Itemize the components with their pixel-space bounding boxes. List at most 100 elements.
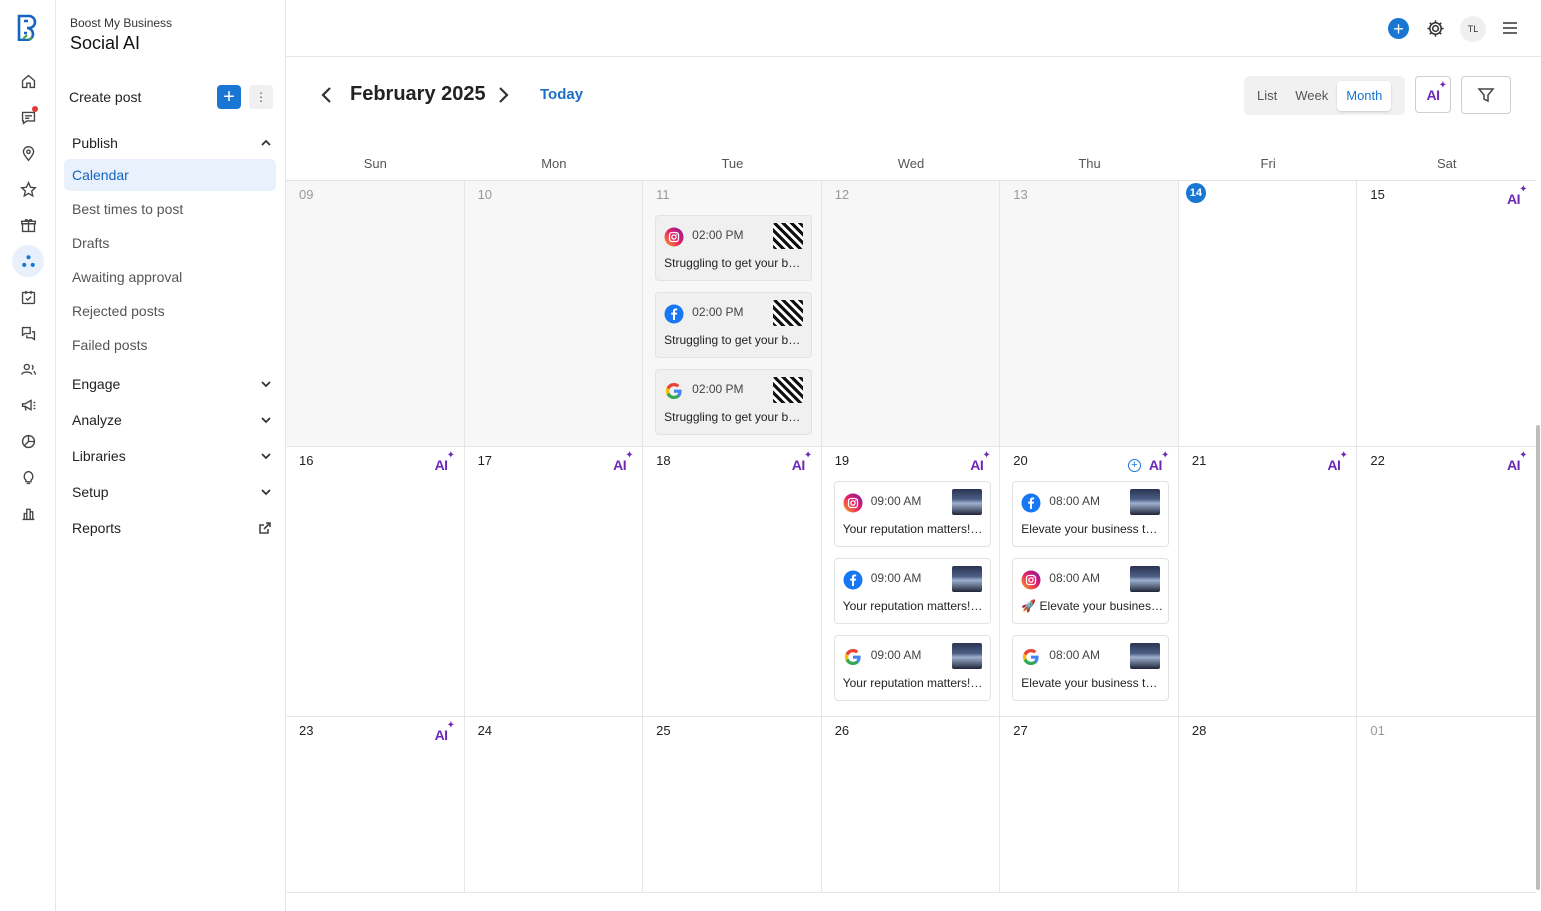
post-preview-text: Elevate your business to new heights (1021, 676, 1163, 690)
day-cell-11[interactable]: 11 02:00 PM Struggling to get your busines… (643, 181, 822, 447)
day-cell-25[interactable]: 25 (643, 717, 822, 893)
more-options-icon[interactable]: ⋮ (249, 85, 273, 109)
post-card-google[interactable]: 02:00 PM Struggling to get your business … (655, 369, 813, 435)
day-cell-26[interactable]: 26 (821, 717, 1001, 893)
home-icon[interactable] (12, 65, 44, 97)
day-number: 26 (834, 723, 850, 738)
nav-item-drafts[interactable]: Drafts (64, 227, 276, 259)
icon-rail (0, 0, 56, 911)
lightbulb-icon[interactable] (12, 461, 44, 493)
nav-item-calendar[interactable]: Calendar (64, 159, 276, 191)
post-card-facebook[interactable]: 09:00 AM Your reputation matters! Discove… (833, 558, 991, 624)
pie-chart-icon[interactable] (12, 425, 44, 457)
day-cell-14[interactable]: 14 (1178, 181, 1358, 447)
day-cell-19[interactable]: 19 AI ✦ 09:00 AM Your reputation matters! Di… (821, 447, 1001, 717)
nav-item-reports[interactable]: Reports (72, 516, 272, 540)
messages-icon[interactable] (12, 101, 44, 133)
nav-group-analyze[interactable]: Analyze (72, 408, 272, 432)
nav-item-best-times[interactable]: Best times to post (64, 193, 276, 225)
day-number: 01 (1370, 723, 1385, 738)
ai-sparkle-icon[interactable]: AI ✦ (792, 450, 812, 473)
day-cell-17[interactable]: 17 AI ✦ (464, 447, 644, 717)
view-list-button[interactable]: List (1248, 81, 1286, 111)
megaphone-icon[interactable] (12, 389, 44, 421)
nav-group-publish[interactable]: Publish (72, 131, 272, 155)
day-cell-23[interactable]: 23 AI ✦ (286, 717, 465, 893)
social-ai-icon[interactable] (12, 245, 44, 277)
post-card-facebook[interactable]: 08:00 AM Elevate your business to new hei… (1012, 481, 1170, 547)
chat-bubbles-icon[interactable] (12, 317, 44, 349)
post-card-google[interactable]: 08:00 AM Elevate your business to new hei… (1012, 635, 1170, 701)
hamburger-menu-icon[interactable] (1502, 20, 1518, 36)
ai-sparkle-icon[interactable]: AI ✦ (435, 720, 455, 743)
global-add-button[interactable]: + (1388, 18, 1409, 39)
app-root: Boost My Business Social AI Create post … (0, 0, 1541, 911)
external-link-icon (259, 522, 271, 534)
day-cell-20[interactable]: 20 + AI ✦ 08:00 AM Elevate your business to n… (1000, 447, 1179, 717)
post-thumbnail (1130, 489, 1161, 515)
brand-logo-icon[interactable] (15, 13, 41, 41)
chevron-down-icon (261, 381, 271, 388)
day-cell-13[interactable]: 13 (1000, 181, 1179, 447)
nav-item-rejected-posts[interactable]: Rejected posts (64, 295, 276, 327)
vertical-scrollbar[interactable] (1536, 425, 1540, 890)
day-cell-16[interactable]: 16 AI ✦ (286, 447, 465, 717)
day-cell-01[interactable]: 01 (1357, 717, 1536, 893)
bar-chart-icon[interactable] (12, 497, 44, 529)
day-number: 18 (656, 453, 671, 468)
post-card-instagram[interactable]: 02:00 PM Struggling to get your business … (655, 215, 813, 281)
day-cell-28[interactable]: 28 (1178, 717, 1358, 893)
nav-group-setup[interactable]: Setup (72, 480, 272, 504)
nav-group-engage[interactable]: Engage (72, 372, 272, 396)
post-card-instagram[interactable]: 09:00 AM Your reputation matters! Discove… (833, 481, 991, 547)
post-preview-text: Your reputation matters! Discover (842, 522, 985, 536)
ai-sparkle-icon[interactable]: AI ✦ (1327, 450, 1347, 473)
day-number: 23 (299, 723, 314, 738)
weekday-wed: Wed (897, 156, 925, 171)
contacts-icon[interactable] (12, 353, 44, 385)
filter-button[interactable] (1461, 76, 1511, 114)
add-post-circle-icon[interactable]: + (1127, 459, 1141, 472)
star-icon[interactable] (12, 173, 44, 205)
notification-dot (32, 106, 38, 112)
view-week-button[interactable]: Week (1286, 81, 1337, 111)
day-cell-12[interactable]: 12 (821, 181, 1001, 447)
ai-sparkle-icon[interactable]: AI ✦ (435, 450, 455, 473)
top-bar: + TL (286, 0, 1541, 57)
view-month-button[interactable]: Month (1337, 80, 1392, 111)
create-post-button[interactable]: + (217, 85, 241, 109)
post-time: 09:00 AM (870, 571, 922, 585)
nav-item-failed-posts[interactable]: Failed posts (64, 329, 276, 361)
next-month-button[interactable] (494, 85, 512, 105)
ai-sparkle-icon[interactable]: AI ✦ (1507, 450, 1527, 473)
prev-month-button[interactable] (318, 85, 336, 105)
day-cell-09[interactable]: 09 (286, 181, 465, 447)
nav-item-awaiting-approval[interactable]: Awaiting approval (64, 261, 276, 293)
today-button[interactable]: Today (540, 86, 583, 103)
day-cell-24[interactable]: 24 (464, 717, 644, 893)
post-card-facebook[interactable]: 02:00 PM Struggling to get your business … (655, 292, 813, 358)
ai-assist-button[interactable]: AI ✦ (1415, 76, 1451, 113)
ai-sparkle-icon[interactable]: AI ✦ (1507, 184, 1527, 207)
day-cell-27[interactable]: 27 (1000, 717, 1179, 893)
gift-icon[interactable] (12, 209, 44, 241)
post-card-google[interactable]: 09:00 AM Your reputation matters! Discove… (833, 635, 991, 701)
instagram-icon (843, 493, 863, 513)
post-thumbnail (951, 643, 982, 669)
tasks-icon[interactable] (12, 281, 44, 313)
day-cell-10[interactable]: 10 (464, 181, 644, 447)
ai-sparkle-icon[interactable]: AI ✦ (970, 450, 990, 473)
nav-group-libraries[interactable]: Libraries (72, 444, 272, 468)
user-avatar[interactable]: TL (1460, 16, 1486, 42)
day-cell-21[interactable]: 21 AI ✦ (1178, 447, 1358, 717)
post-preview-text: Struggling to get your business noticed? (664, 333, 806, 347)
settings-gear-icon[interactable] (1426, 19, 1445, 38)
ai-sparkle-icon[interactable]: AI ✦ (1149, 450, 1169, 473)
day-cell-22[interactable]: 22 AI ✦ (1357, 447, 1536, 717)
day-number: 17 (477, 453, 493, 468)
post-card-instagram[interactable]: 08:00 AM 🚀 Elevate your business to new h… (1012, 558, 1170, 624)
day-cell-18[interactable]: 18 AI ✦ (643, 447, 822, 717)
ai-sparkle-icon[interactable]: AI ✦ (613, 450, 633, 473)
day-cell-15[interactable]: 15 AI ✦ (1357, 181, 1536, 447)
location-pin-icon[interactable] (12, 137, 44, 169)
